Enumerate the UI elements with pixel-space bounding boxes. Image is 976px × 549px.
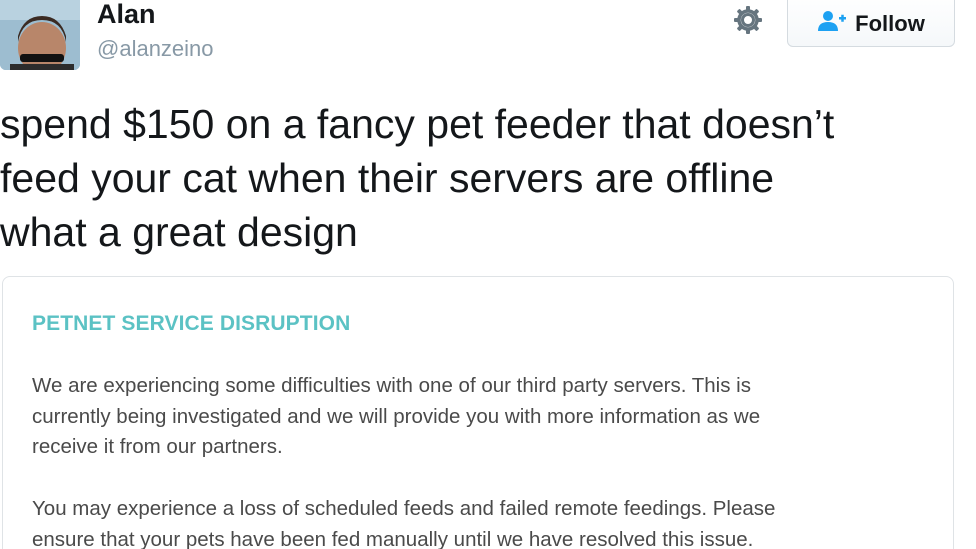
tweet-view: Alan @alanzeino Follow spend $150 on a f… xyxy=(0,0,976,549)
add-user-icon xyxy=(817,10,847,37)
embedded-image-card[interactable]: PETNET SERVICE DISRUPTION We are experie… xyxy=(2,276,954,549)
tweet-text: spend $150 on a fancy pet feeder that do… xyxy=(0,97,976,259)
tweet-text-line: what a great design xyxy=(0,209,358,255)
card-title: PETNET SERVICE DISRUPTION xyxy=(32,312,351,335)
card-paragraph: You may experience a loss of scheduled f… xyxy=(32,494,932,549)
card-paragraph: We are experiencing some difficulties wi… xyxy=(32,371,932,463)
gear-icon[interactable] xyxy=(731,3,765,37)
card-paragraph-line: currently being investigated and we will… xyxy=(32,404,761,428)
tweet-text-line: spend $150 on a fancy pet feeder that do… xyxy=(0,101,835,147)
avatar[interactable] xyxy=(0,0,80,70)
user-photo-avatar xyxy=(0,0,80,70)
card-paragraph-line: receive it from our partners. xyxy=(32,435,283,458)
card-paragraph-line: You may experience a loss of scheduled f… xyxy=(32,497,776,520)
tweet-text-line: feed your cat when their servers are off… xyxy=(0,155,775,201)
follow-button[interactable]: Follow xyxy=(787,0,955,47)
follow-label: Follow xyxy=(855,10,925,36)
display-name[interactable]: Alan xyxy=(97,0,156,30)
user-handle[interactable]: @alanzeino xyxy=(97,35,214,63)
card-paragraph-line: We are experiencing some difficulties wi… xyxy=(32,374,751,397)
card-paragraph-line: ensure that your pets have been fed manu… xyxy=(32,527,754,549)
